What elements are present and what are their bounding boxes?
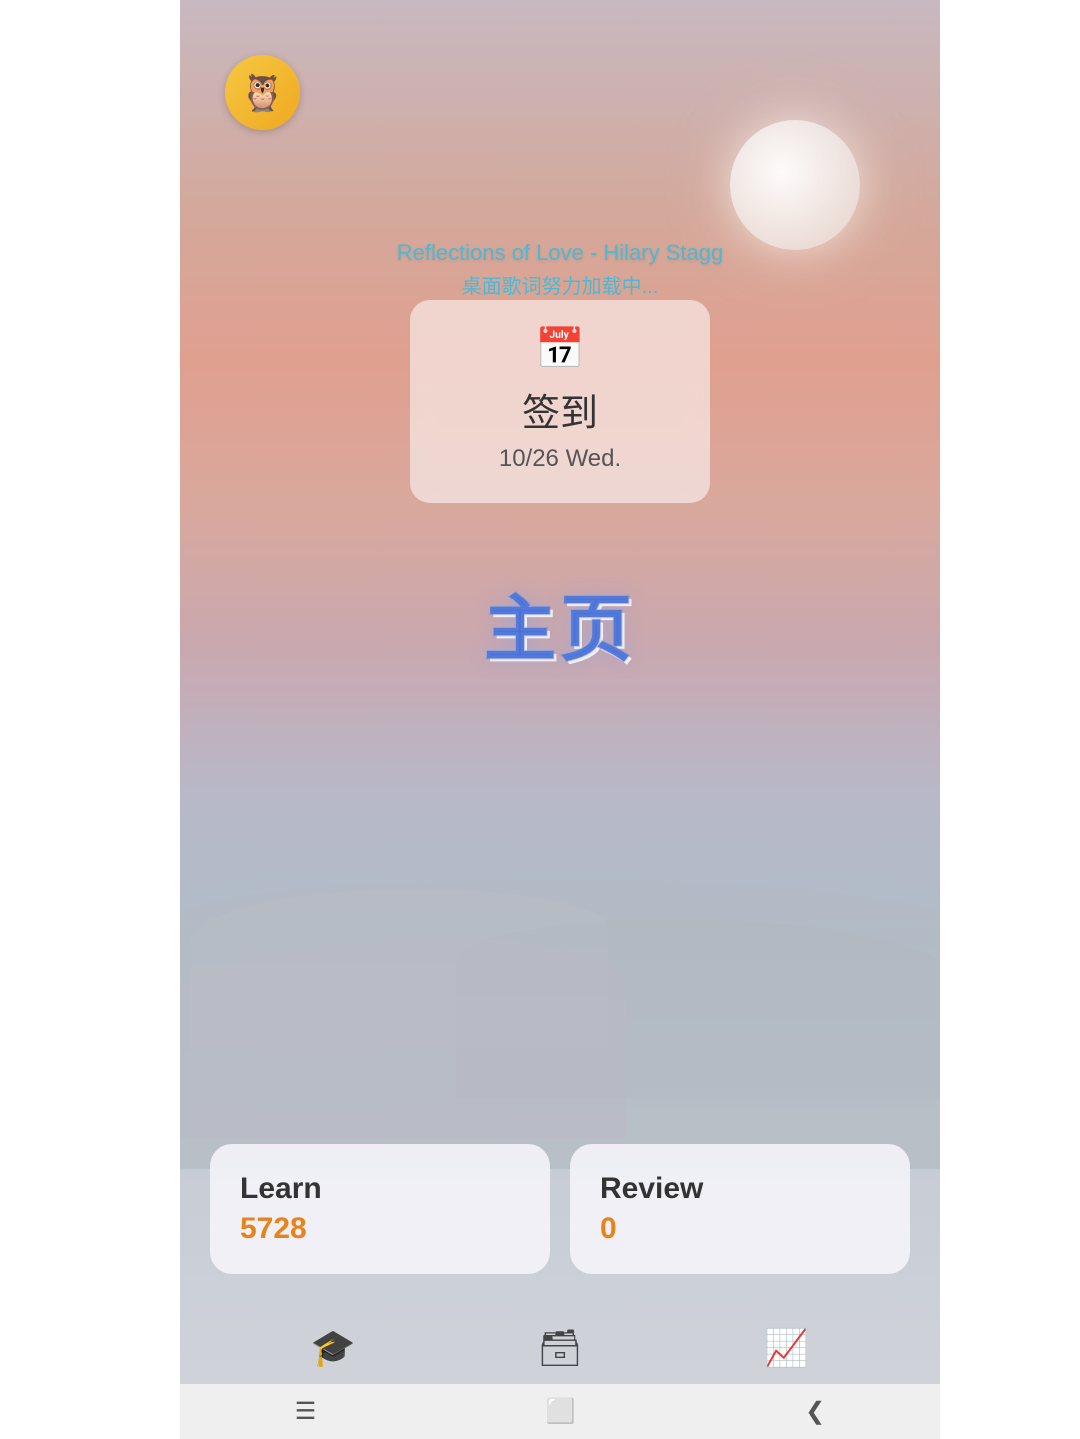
nav-cards[interactable]: 🗃 bbox=[517, 1317, 603, 1379]
song-title: Reflections of Love - Hilary Stagg bbox=[180, 240, 940, 266]
review-card[interactable]: Review 0 bbox=[570, 1144, 910, 1274]
checkin-card[interactable]: 📅 签到 10/26 Wed. bbox=[410, 300, 710, 503]
checkin-date: 10/26 Wed. bbox=[440, 445, 680, 473]
graduation-icon: 🎓 bbox=[311, 1327, 356, 1369]
page-title: 主页 bbox=[484, 590, 636, 670]
owl-icon: 🦉 bbox=[240, 75, 285, 111]
review-count: 0 bbox=[600, 1212, 880, 1246]
action-cards: Learn 5728 Review 0 bbox=[180, 1144, 940, 1274]
learn-card[interactable]: Learn 5728 bbox=[210, 1144, 550, 1274]
bottom-nav: 🎓 🗃 📈 bbox=[180, 1317, 940, 1379]
menu-button[interactable]: ☰ bbox=[285, 1387, 327, 1436]
system-nav: ☰ ⬜ ❮ bbox=[180, 1384, 940, 1439]
cards-icon: 🗃 bbox=[537, 1327, 583, 1369]
hills-decoration bbox=[180, 779, 940, 1179]
page-title-container: 主页 bbox=[484, 570, 636, 675]
hill-1 bbox=[180, 879, 940, 1179]
review-label: Review bbox=[600, 1172, 880, 1206]
back-button[interactable]: ❮ bbox=[795, 1387, 835, 1436]
screen: 🦉 Reflections of Love - Hilary Stagg 桌面歌… bbox=[180, 0, 940, 1439]
checkin-title: 签到 bbox=[440, 382, 680, 437]
learn-label: Learn bbox=[240, 1172, 520, 1206]
moon-decoration bbox=[730, 120, 860, 250]
nav-stats[interactable]: 📈 bbox=[744, 1317, 829, 1379]
side-right bbox=[940, 0, 1080, 1439]
song-loading: 桌面歌词努力加载中... bbox=[180, 270, 940, 299]
side-left bbox=[0, 0, 180, 1439]
app-logo[interactable]: 🦉 bbox=[225, 55, 300, 130]
learn-count: 5728 bbox=[240, 1212, 520, 1246]
song-info: Reflections of Love - Hilary Stagg 桌面歌词努… bbox=[180, 240, 940, 299]
nav-learn[interactable]: 🎓 bbox=[291, 1317, 376, 1379]
chart-icon: 📈 bbox=[764, 1327, 809, 1369]
home-button[interactable]: ⬜ bbox=[536, 1387, 586, 1436]
checkin-icon: 📅 bbox=[440, 325, 680, 372]
